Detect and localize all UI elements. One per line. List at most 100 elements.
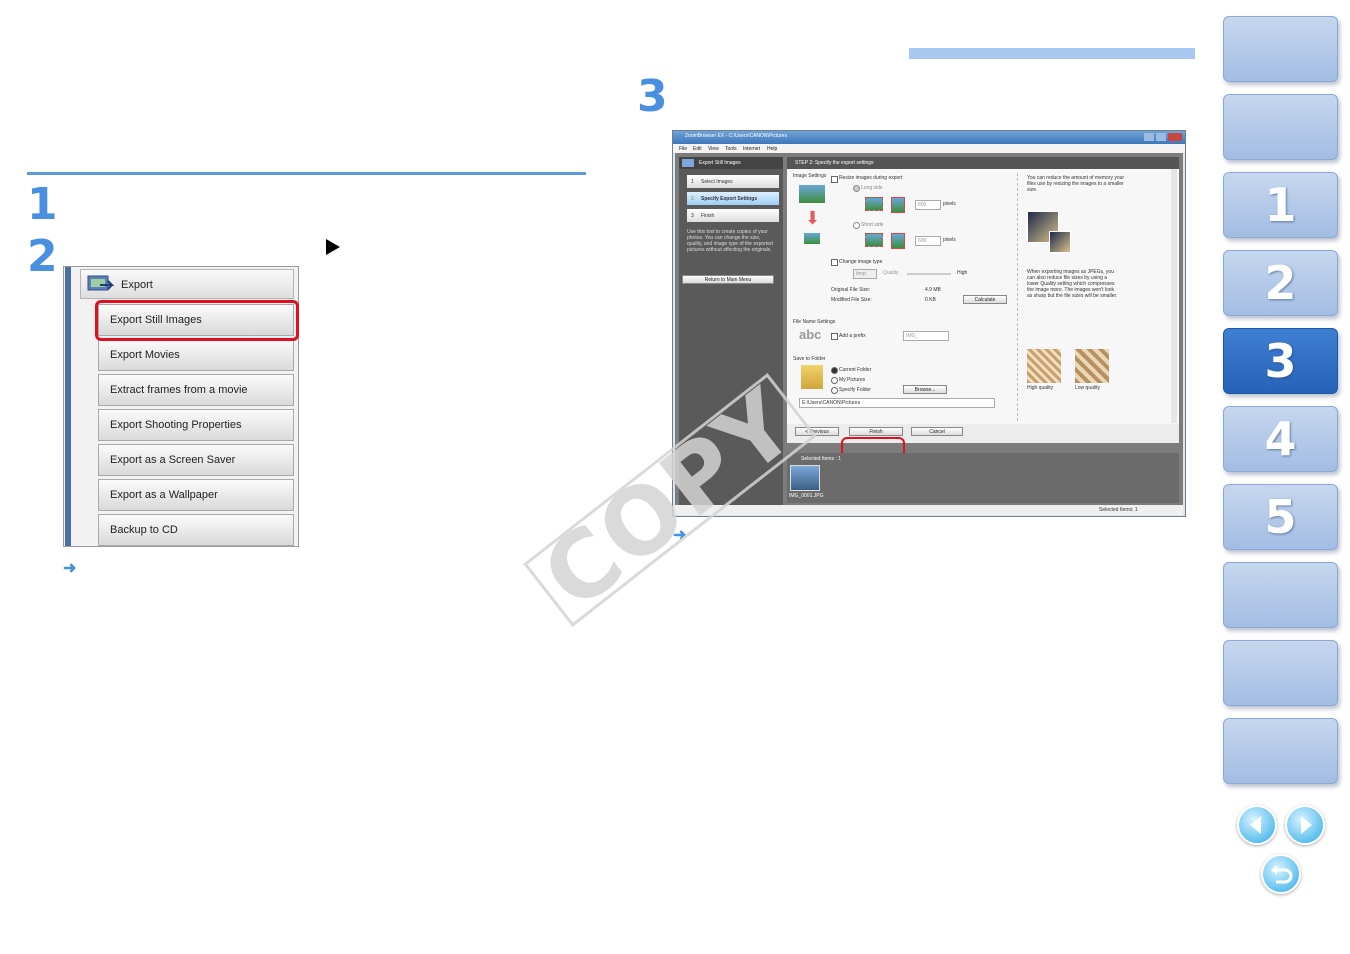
portrait-thumb-icon	[891, 197, 905, 213]
nav-tab-intro[interactable]	[1223, 94, 1338, 160]
next-page-button[interactable]	[1285, 805, 1325, 845]
export-icon	[682, 159, 694, 167]
menu-item-export-shooting[interactable]: Export Shooting Properties	[98, 409, 294, 441]
image-small-icon	[804, 233, 820, 244]
tip-quality: When exporting images as JPEGs, you can …	[1027, 269, 1118, 299]
nav-tab-troubleshooting[interactable]	[1223, 640, 1338, 706]
menu-item-label: Export as a Wallpaper	[110, 489, 218, 501]
change-type-checkbox[interactable]	[831, 259, 838, 266]
help-text: Use this tool to create copies of your p…	[687, 229, 773, 253]
menu-item-screen-saver[interactable]: Export as a Screen Saver	[98, 444, 294, 476]
menu-internet[interactable]: Internet	[743, 146, 760, 152]
folder-path-input[interactable]: E:\Users\CANON\Pictures	[799, 398, 995, 408]
orig-size-value: 4.9 MB	[925, 287, 941, 293]
return-main-menu-button[interactable]: Return to Main Menu	[682, 275, 774, 284]
current-folder-radio[interactable]	[831, 367, 838, 374]
pixels-label: pixels	[943, 201, 956, 207]
pixels-label-2: pixels	[943, 237, 956, 243]
flower-photo-small	[1049, 231, 1071, 253]
specify-folder-label: Specify Folder	[839, 387, 871, 393]
divider	[1017, 173, 1018, 421]
menu-item-extract-frames[interactable]: Extract frames from a movie	[98, 374, 294, 406]
type-select[interactable]: bmp	[853, 269, 877, 279]
menu-file[interactable]: File	[679, 146, 687, 152]
menu-help[interactable]: Help	[767, 146, 777, 152]
high-label: High	[957, 270, 968, 276]
short-side-value: 600	[918, 238, 927, 244]
menu-item-label: Backup to CD	[110, 524, 178, 536]
status-bar: Selected Items: 1	[675, 505, 1183, 515]
specify-folder-radio[interactable]	[831, 387, 838, 394]
step-item-label: Finish	[701, 213, 715, 219]
finish-button[interactable]: Finish	[849, 427, 903, 436]
nav-tab-2[interactable]: 2	[1223, 250, 1338, 316]
nav-tab-3[interactable]: 3	[1223, 328, 1338, 394]
prefix-checkbox[interactable]	[831, 333, 838, 340]
nav-tab-reference[interactable]	[1223, 562, 1338, 628]
quality-slider[interactable]	[907, 273, 951, 275]
mod-size-value: 0 KB	[925, 297, 936, 303]
my-pictures-radio[interactable]	[831, 377, 838, 384]
step-item-number: 3	[691, 213, 694, 219]
nav-tab-5[interactable]: 5	[1223, 484, 1338, 550]
return-page-button[interactable]	[1261, 854, 1301, 894]
prefix-input[interactable]: IMG_	[903, 331, 949, 341]
chevron-right-icon	[1301, 816, 1312, 834]
export-icon	[87, 275, 114, 291]
arrow-down-icon: ⬇	[805, 208, 821, 228]
step-item-1[interactable]: 1 Select Images	[687, 175, 779, 188]
calculate-button[interactable]: Calculate	[963, 295, 1007, 304]
previous-page-button[interactable]	[1237, 805, 1277, 845]
nav-tab-label: 4	[1264, 412, 1297, 466]
resize-checkbox[interactable]	[831, 176, 838, 183]
nav-tab-contents[interactable]	[1223, 16, 1338, 82]
menu-tools[interactable]: Tools	[725, 146, 737, 152]
long-side-value: 800	[918, 202, 927, 208]
menu-item-label: Export Shooting Properties	[110, 419, 242, 431]
add-prefix-label: Add a prefix	[839, 333, 866, 339]
change-type-label: Change image type	[839, 259, 883, 265]
task-pane-title: Export Still Images	[699, 160, 741, 166]
cancel-button[interactable]: Cancel	[911, 427, 963, 436]
high-quality-label: High quality	[1027, 385, 1054, 391]
mod-size-label: Modified File Size:	[831, 297, 872, 303]
menu-view[interactable]: View	[708, 146, 719, 152]
current-folder-label: Current Folder	[839, 367, 872, 373]
status-text: Selected Items: 1	[1099, 507, 1138, 513]
step-number-3: 3	[637, 71, 668, 122]
nav-tab-label: 5	[1264, 490, 1297, 544]
export-menu-header[interactable]: Export	[80, 269, 294, 299]
landscape-thumb-icon-2	[865, 233, 883, 247]
minimize-icon[interactable]	[1144, 133, 1154, 141]
scrollbar[interactable]	[1171, 169, 1177, 423]
section-rule-left	[27, 172, 586, 175]
step-item-2[interactable]: 2 Specify Export Settings	[687, 192, 779, 205]
nav-tab-4[interactable]: 4	[1223, 406, 1338, 472]
short-side-input[interactable]: 600	[915, 236, 941, 246]
low-quality-sample	[1075, 349, 1109, 383]
short-side-radio[interactable]	[853, 222, 860, 229]
maximize-icon[interactable]	[1156, 133, 1166, 141]
browse-button[interactable]: Browse...	[903, 385, 947, 394]
nav-tab-label: 1	[1264, 178, 1297, 232]
long-side-input[interactable]: 800	[915, 200, 941, 210]
step-item-3[interactable]: 3 Finish	[687, 209, 779, 222]
menu-edit[interactable]: Edit	[693, 146, 702, 152]
close-icon[interactable]	[1168, 133, 1182, 141]
nav-tab-1[interactable]: 1	[1223, 172, 1338, 238]
play-arrow-icon	[326, 239, 340, 255]
abc-icon: abc	[799, 327, 822, 342]
menu-side-strip	[65, 267, 71, 546]
image-large-icon	[799, 185, 825, 203]
tip-resize: You can reduce the amount of memory your…	[1027, 175, 1125, 193]
menu-item-backup-cd[interactable]: Backup to CD	[98, 514, 294, 546]
folder-icon	[801, 365, 823, 389]
step-number-2: 2	[27, 231, 58, 282]
long-side-radio[interactable]	[853, 185, 860, 192]
menu-item-wallpaper[interactable]: Export as a Wallpaper	[98, 479, 294, 511]
save-to-folder-label: Save to Folder	[793, 356, 826, 362]
step-item-number: 1	[691, 179, 694, 185]
window-menubar: File Edit View Tools Internet Help	[673, 144, 1185, 153]
nav-tab-index[interactable]	[1223, 718, 1338, 784]
menu-item-export-movies[interactable]: Export Movies	[98, 339, 294, 371]
